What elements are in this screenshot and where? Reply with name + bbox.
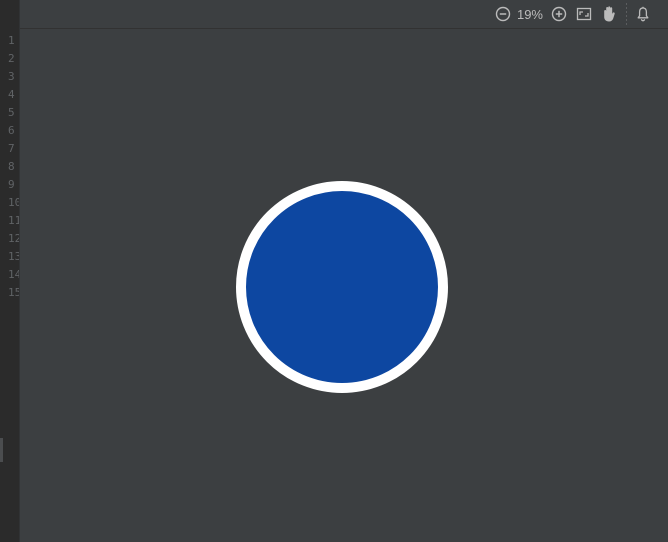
gutter-marker	[0, 438, 3, 462]
zoom-in-icon	[551, 6, 567, 22]
line-number: 2	[8, 52, 15, 65]
zoom-controls: 19%	[488, 3, 653, 25]
zoom-out-icon	[495, 6, 511, 22]
actual-size-button[interactable]	[574, 4, 594, 24]
drawable-preview-panel: 1 2 3 4 5 6 7 8 9 10 11 12 13 14 15 19%	[0, 0, 668, 542]
blue-circle-shape	[236, 181, 448, 393]
line-number: 10	[8, 196, 20, 209]
zoom-out-button[interactable]	[493, 4, 513, 24]
line-number: 8	[8, 160, 15, 173]
line-number: 3	[8, 70, 15, 83]
notifications-button[interactable]	[633, 4, 653, 24]
line-number: 14	[8, 268, 20, 281]
line-number: 15	[8, 286, 20, 299]
toolbar-separator	[626, 3, 627, 25]
line-number: 11	[8, 214, 20, 227]
line-number: 12	[8, 232, 20, 245]
line-number: 7	[8, 142, 15, 155]
actual-size-icon	[576, 7, 592, 21]
line-number: 9	[8, 178, 15, 191]
line-number: 4	[8, 88, 15, 101]
pan-mode-button[interactable]	[599, 4, 619, 24]
zoom-in-button[interactable]	[549, 4, 569, 24]
zoom-level-label: 19%	[516, 6, 543, 22]
line-number: 6	[8, 124, 15, 137]
line-number: 5	[8, 106, 15, 119]
preview-canvas[interactable]	[20, 29, 668, 542]
notification-bell-icon	[637, 6, 649, 22]
line-numbers: 1 2 3 4 5 6 7 8 9 10 11 12 13 14 15	[8, 32, 20, 302]
line-number: 1	[8, 34, 15, 47]
line-number: 13	[8, 250, 20, 263]
line-number-gutter: 1 2 3 4 5 6 7 8 9 10 11 12 13 14 15	[0, 0, 20, 542]
drawable-preview	[236, 181, 448, 393]
preview-toolbar: 19%	[20, 0, 668, 29]
hand-icon	[604, 6, 615, 22]
